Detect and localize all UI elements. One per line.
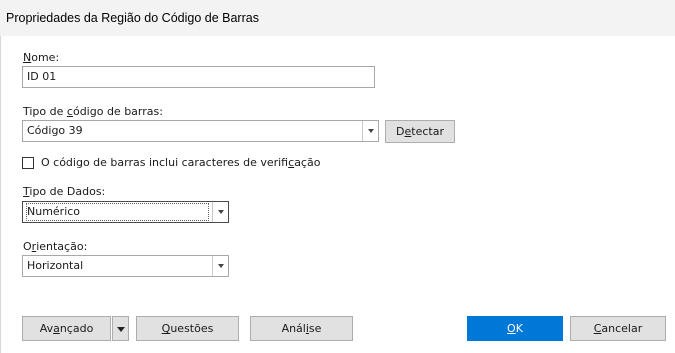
orientation-value: Horizontal — [27, 259, 84, 272]
chevron-down-icon[interactable] — [212, 256, 228, 276]
chevron-down-icon[interactable] — [212, 202, 228, 222]
advanced-dropdown-arrow-icon[interactable] — [112, 316, 129, 341]
questions-button[interactable]: Questões — [136, 316, 239, 341]
window-border — [0, 36, 1, 353]
ok-button[interactable]: OK — [467, 316, 563, 341]
check-chars-checkbox[interactable] — [22, 157, 34, 169]
data-type-select[interactable]: Numérico — [22, 201, 229, 223]
name-input[interactable]: ID 01 — [22, 66, 375, 88]
check-chars-label[interactable]: O código de barras inclui caracteres de … — [41, 156, 320, 169]
window-title: Propriedades da Região do Código de Barr… — [6, 11, 259, 25]
analyze-button[interactable]: Análise — [250, 316, 353, 341]
data-type-value: Numérico — [26, 203, 209, 221]
chevron-down-icon[interactable] — [362, 121, 378, 141]
barcode-type-value: Código 39 — [27, 124, 83, 137]
barcode-type-select[interactable]: Código 39 — [22, 120, 379, 142]
orientation-select[interactable]: Horizontal — [22, 255, 229, 277]
title-bar: Propriedades da Região do Código de Barr… — [0, 0, 675, 36]
name-label: Nome: — [23, 51, 60, 64]
advanced-button[interactable]: Avançado — [22, 316, 111, 341]
data-type-label: Tipo de Dados: — [23, 185, 106, 198]
detect-button[interactable]: Detectar — [385, 120, 455, 143]
orientation-label: Orientação: — [23, 240, 88, 253]
barcode-type-label: Tipo de código de barras: — [23, 105, 163, 118]
cancel-button[interactable]: Cancelar — [570, 316, 666, 341]
